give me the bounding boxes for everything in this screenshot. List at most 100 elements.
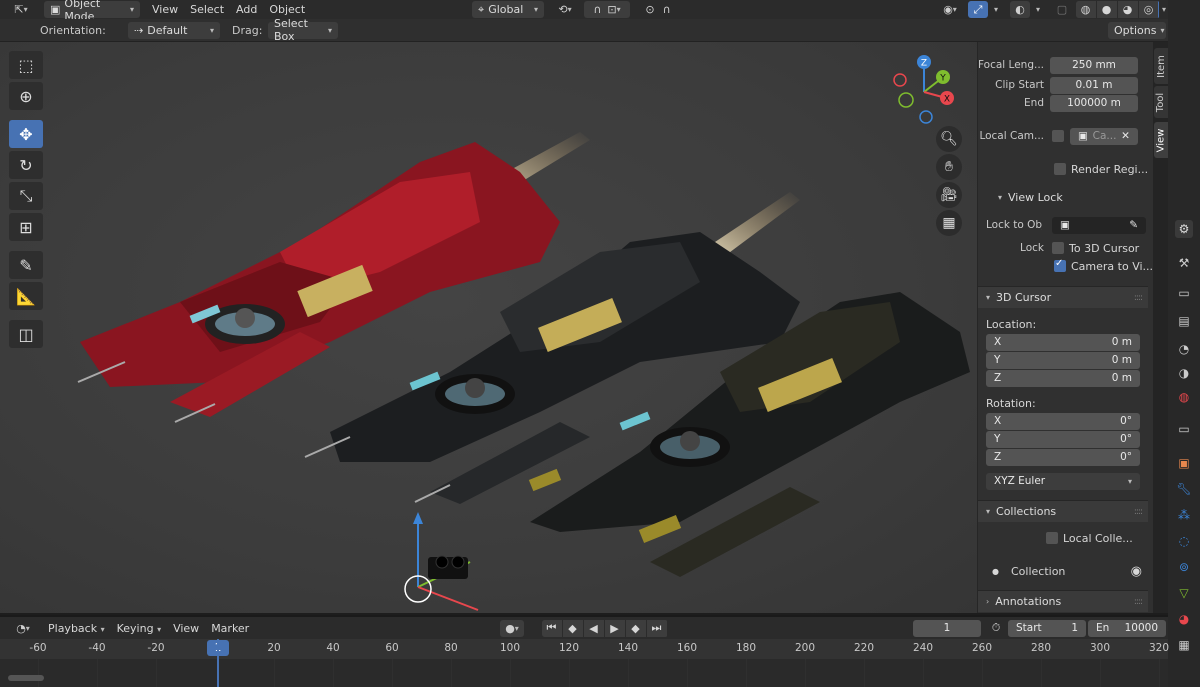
jump-end-button[interactable]: ⏭︎	[647, 619, 667, 637]
playhead-line[interactable]	[217, 639, 219, 687]
start-frame-field[interactable]: Start 1	[1008, 619, 1086, 637]
rotation-mode-dropdown[interactable]: XYZ Euler ▾	[986, 472, 1140, 490]
tool-cursor[interactable]: ⊕	[9, 82, 43, 110]
output-properties-icon[interactable]: ▭	[1175, 284, 1193, 302]
xray-toggle-button[interactable]: ▢	[1052, 1, 1072, 18]
proportional-edit-button[interactable]: ⊙ ∩	[636, 1, 680, 18]
menu-keying[interactable]: Keying ▾	[111, 622, 167, 635]
tool-properties-icon[interactable]: ⚙	[1175, 220, 1193, 238]
object-properties-icon[interactable]: ▣	[1175, 454, 1193, 472]
overlays-dropdown[interactable]: ▾	[1032, 1, 1044, 18]
world-properties-icon[interactable]: ◍	[1175, 388, 1193, 406]
drag-handle-icon[interactable]: ::::	[1134, 293, 1143, 303]
eyedropper-icon[interactable]: ✎	[1129, 219, 1138, 231]
play-reverse-button[interactable]: ◀	[584, 619, 604, 637]
lock-to-object-field[interactable]: ▣ ✎	[1052, 216, 1146, 234]
shading-wireframe-button[interactable]: ◍	[1076, 1, 1096, 18]
tab-tool[interactable]: Tool	[1154, 86, 1168, 118]
scene-properties-icon-2[interactable]: ◑	[1175, 364, 1193, 382]
overlays-toggle-button[interactable]: ◐	[1010, 1, 1030, 18]
timeline-track-area[interactable]	[0, 659, 1168, 687]
drag-dropdown[interactable]: Select Box ▾	[268, 17, 338, 43]
scene-origin-gizmo[interactable]	[404, 512, 479, 611]
pivot-point-button[interactable]: ⟲ ▾	[552, 1, 578, 18]
drag-handle-icon[interactable]: ::::	[1134, 597, 1143, 607]
tool-measure[interactable]: 📐	[9, 282, 43, 310]
cursor-location-x-field[interactable]: X 0 m	[986, 333, 1140, 351]
local-collections-checkbox[interactable]	[1046, 532, 1058, 544]
3d-viewport[interactable]: ⬚ ⊕ ✥ ↻ ⤡ ⊞ ✎ 📐 ◫ Z Y X 🔍︎ ✋︎ 🎥︎ ▦	[0, 42, 977, 613]
render-region-checkbox[interactable]	[1054, 163, 1066, 175]
gizmo-toggle-button[interactable]: ⤢	[968, 1, 988, 18]
menu-playback[interactable]: Playback ▾	[42, 622, 111, 635]
orientation-dropdown[interactable]: ⇢ Default ▾	[128, 21, 220, 39]
local-camera-field[interactable]: ▣ Ca... ✕	[1070, 127, 1138, 145]
next-keyframe-button[interactable]: ◆	[626, 619, 646, 637]
current-frame-field[interactable]: 1	[913, 619, 981, 637]
scene-properties-icon[interactable]: ◔	[1175, 340, 1193, 358]
menu-select[interactable]: Select	[184, 3, 230, 16]
preview-range-button[interactable]: ⏱︎	[986, 620, 1006, 637]
pan-button[interactable]: ✋︎	[936, 154, 962, 180]
gizmo-dropdown[interactable]: ▾	[990, 1, 1002, 18]
constraints-properties-icon[interactable]: ⊚	[1175, 558, 1193, 576]
jump-start-button[interactable]: ⏮︎	[542, 619, 562, 637]
clip-start-field[interactable]: 0.01 m	[1050, 76, 1138, 94]
shading-material-button[interactable]: ◕	[1118, 1, 1138, 18]
material-properties-icon[interactable]: ◕	[1175, 610, 1193, 628]
editor-type-button[interactable]: ⇱ ▾	[4, 1, 38, 18]
snap-button[interactable]: ∩ ⊡ ▾	[584, 1, 630, 18]
eye-icon[interactable]: ◉	[1131, 564, 1142, 579]
timeline-ruler[interactable]: -60 -40 -20 1 20 40 60 80 100 120 140 16…	[0, 639, 1169, 659]
drag-handle-icon[interactable]: ::::	[1134, 507, 1143, 517]
cursor-location-y-field[interactable]: Y 0 m	[986, 351, 1140, 369]
zoom-button[interactable]: 🔍︎	[936, 126, 962, 152]
tab-view[interactable]: View	[1154, 122, 1168, 158]
shading-dropdown[interactable]: ▾	[1160, 1, 1168, 18]
menu-view[interactable]: View	[146, 3, 184, 16]
view-layer-properties-icon[interactable]: ▤	[1175, 312, 1193, 330]
menu-object[interactable]: Object	[263, 3, 311, 16]
focal-length-field[interactable]: 250 mm	[1050, 56, 1138, 74]
tab-item[interactable]: Item	[1154, 48, 1168, 84]
clip-end-field[interactable]: 100000 m	[1050, 94, 1138, 112]
transform-orientation-dropdown[interactable]: ⌖ Global ▾	[472, 1, 544, 18]
local-camera-checkbox[interactable]	[1052, 130, 1064, 142]
tool-add-cube[interactable]: ◫	[9, 320, 43, 348]
auto-keying-button[interactable]: ● ▾	[500, 619, 524, 637]
play-button[interactable]: ▶	[605, 619, 625, 637]
render-properties-icon[interactable]: ⚒	[1175, 254, 1193, 272]
options-dropdown[interactable]: Options ▾	[1108, 21, 1166, 39]
perspective-toggle-button[interactable]: ▦	[936, 210, 962, 236]
collection-item[interactable]: ● Collection ◉	[978, 562, 1153, 580]
cursor-rotation-x-field[interactable]: X 0°	[986, 412, 1140, 430]
cursor-rotation-z-field[interactable]: Z 0°	[986, 448, 1140, 466]
mode-dropdown[interactable]: ▣ Object Mode ▾	[44, 0, 140, 23]
tool-scale[interactable]: ⤡	[9, 182, 43, 210]
end-frame-field[interactable]: En 10000	[1088, 619, 1166, 637]
view-lock-header[interactable]: ▾ View Lock	[978, 187, 1148, 207]
close-icon[interactable]: ✕	[1121, 130, 1130, 142]
tool-transform[interactable]: ⊞	[9, 213, 43, 241]
modifier-properties-icon[interactable]: 🔧︎	[1175, 480, 1193, 498]
shading-rendered-button[interactable]: ◎	[1139, 1, 1159, 18]
menu-marker[interactable]: Marker	[205, 622, 255, 635]
horizontal-scrollbar[interactable]	[8, 675, 44, 681]
to-3d-cursor-checkbox[interactable]	[1052, 242, 1064, 254]
tool-move[interactable]: ✥	[9, 120, 43, 148]
tool-annotate[interactable]: ✎	[9, 251, 43, 279]
particles-properties-icon[interactable]: ⁂	[1175, 506, 1193, 524]
collection-properties-icon[interactable]: ▭	[1175, 420, 1193, 438]
timeline-editor-type-button[interactable]: ◔ ▾	[8, 620, 38, 637]
annotations-panel-header[interactable]: › Annotations ::::	[978, 590, 1148, 612]
cursor-rotation-y-field[interactable]: Y 0°	[986, 430, 1140, 448]
collections-panel-header[interactable]: ▾ Collections ::::	[978, 500, 1148, 522]
camera-to-view-checkbox[interactable]	[1054, 258, 1066, 272]
prev-keyframe-button[interactable]: ◆	[563, 619, 583, 637]
physics-properties-icon[interactable]: ◌	[1175, 532, 1193, 550]
camera-view-button[interactable]: 🎥︎	[936, 182, 962, 208]
menu-add[interactable]: Add	[230, 3, 263, 16]
texture-properties-icon[interactable]: ▦	[1175, 636, 1193, 654]
data-properties-icon[interactable]: ▽	[1175, 584, 1193, 602]
tool-select-box[interactable]: ⬚	[9, 51, 43, 79]
